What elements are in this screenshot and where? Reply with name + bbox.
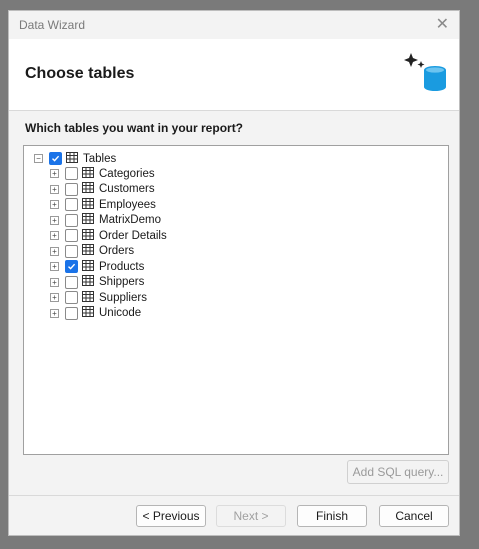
tree-item-label: Categories [99, 167, 155, 180]
checkbox-checked[interactable] [65, 260, 78, 273]
checkbox-checked[interactable] [49, 152, 62, 165]
cancel-button[interactable]: Cancel [379, 505, 449, 527]
table-icon [66, 151, 78, 166]
expand-icon[interactable]: + [50, 293, 59, 302]
table-icon [82, 197, 94, 212]
checkbox[interactable] [65, 198, 78, 211]
checkbox[interactable] [65, 275, 78, 289]
table-icon [82, 259, 94, 274]
checkbox[interactable] [65, 291, 78, 304]
table-icon [82, 182, 94, 196]
expand-icon[interactable]: + [50, 308, 59, 318]
table-icon [82, 306, 94, 320]
tree-item-order-details[interactable]: + Order Details [50, 228, 167, 243]
table-icon [82, 275, 94, 289]
wizard-header: Choose tables [9, 39, 459, 111]
tree-item-employees[interactable]: + Employees [50, 197, 156, 212]
table-icon [82, 166, 94, 181]
window-title: Data Wizard [19, 18, 86, 32]
page-title: Choose tables [25, 65, 135, 82]
tree-item-label: MatrixDemo [99, 214, 161, 226]
expand-icon[interactable]: + [50, 184, 59, 194]
expand-icon[interactable]: + [50, 215, 59, 225]
tree-item-products[interactable]: + Products [50, 259, 144, 274]
tree-item-orders[interactable]: + Orders [50, 244, 134, 259]
tree-item-label: Products [99, 260, 145, 273]
table-icon [82, 290, 94, 305]
tree-item-shippers[interactable]: + Shippers [50, 275, 144, 290]
data-wizard-window: Data Wizard ✕ Choose tables Which tables… [8, 10, 460, 536]
tree-item-label: Shippers [99, 276, 145, 288]
footer-divider [9, 495, 459, 496]
tree-item-suppliers[interactable]: + Suppliers [50, 290, 147, 305]
previous-button[interactable]: < Previous [136, 505, 206, 527]
tree-item-label: Orders [99, 245, 135, 257]
checkbox[interactable] [65, 167, 78, 180]
checkbox[interactable] [65, 229, 78, 242]
expand-icon[interactable]: + [50, 277, 59, 287]
table-icon [82, 244, 94, 258]
tree-item-label: Employees [99, 198, 156, 211]
next-button[interactable]: Next > [216, 505, 286, 527]
expand-icon[interactable]: + [50, 262, 59, 271]
tree-item-categories[interactable]: + Categories [50, 166, 155, 181]
tree-item-label: Customers [99, 183, 155, 195]
checkbox[interactable] [65, 182, 78, 196]
table-icon [82, 213, 94, 227]
tree-root-label: Tables [83, 152, 117, 165]
database-sparkle-icon [401, 45, 449, 96]
expand-icon[interactable]: + [50, 200, 59, 209]
finish-button[interactable]: Finish [297, 505, 367, 527]
tree-item-label: Order Details [99, 229, 167, 242]
tables-tree[interactable]: − Tables + Categories + Customers + Empl… [23, 145, 449, 455]
title-bar: Data Wizard ✕ [9, 11, 459, 39]
tree-item-unicode[interactable]: + Unicode [50, 306, 141, 321]
expand-icon[interactable]: + [50, 231, 59, 240]
tree-item-label: Unicode [99, 307, 142, 319]
checkbox[interactable] [65, 213, 78, 227]
tables-prompt: Which tables you want in your report? [25, 121, 244, 135]
tree-root[interactable]: − Tables [34, 151, 116, 166]
table-icon [82, 228, 94, 243]
collapse-icon[interactable]: − [34, 154, 43, 163]
expand-icon[interactable]: + [50, 169, 59, 178]
add-sql-query-button[interactable]: Add SQL query... [347, 460, 449, 484]
checkbox[interactable] [65, 244, 78, 258]
tree-item-matrixdemo[interactable]: + MatrixDemo [50, 213, 161, 228]
checkbox[interactable] [65, 306, 78, 320]
tree-item-label: Suppliers [99, 291, 147, 304]
tree-item-customers[interactable]: + Customers [50, 182, 155, 197]
expand-icon[interactable]: + [50, 246, 59, 256]
close-icon[interactable]: ✕ [436, 17, 449, 33]
